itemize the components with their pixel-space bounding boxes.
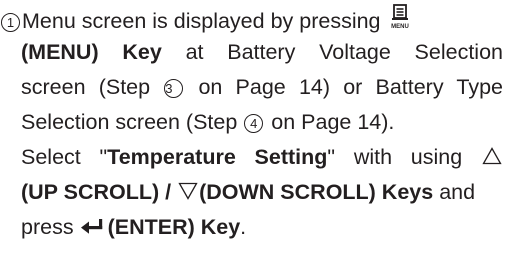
up-scroll-icon (482, 145, 502, 171)
instruction-text-3b: on Page 14) or Battery Type (198, 75, 503, 99)
step-marker: 1 (1, 13, 20, 32)
enter-key-label: (ENTER) Key (107, 215, 241, 239)
menu-key-label: (MENU) Key (21, 40, 162, 64)
instruction-text-6b: and (439, 180, 476, 204)
instruction-text-4b: on Page 14). (271, 110, 395, 134)
instruction-line-5: Select "Temperature Setting" with using (21, 144, 503, 171)
menu-icon-label: MENU (391, 24, 409, 30)
instruction-text-4a: Selection screen (Step (21, 110, 238, 134)
instruction-text-7a: press (21, 215, 74, 239)
down-scroll-key-label: (DOWN SCROLL) Keys (199, 180, 434, 204)
temperature-setting-label: Temperature Setting (107, 145, 328, 169)
instruction-block: 1 Menu screen is displayed by pressing ME… (0, 0, 509, 257)
step-ref-4: 4 (244, 114, 264, 133)
enter-key-icon (80, 214, 104, 240)
instruction-text-5a: Select " (21, 145, 108, 169)
instruction-line-6: (UP SCROLL) / (DOWN SCROLL) Keys and (21, 179, 503, 206)
instruction-line-7: press (ENTER) Key. (21, 214, 503, 240)
instruction-text-2: at Battery Voltage Selection (185, 40, 503, 64)
menu-key-icon: MENU (389, 4, 411, 36)
instruction-line-3: screen (Step 3 on Page 14) or Battery Ty… (21, 74, 503, 100)
instruction-line-4: Selection screen (Step 4 on Page 14). (21, 109, 503, 135)
instruction-text-3a: screen (Step (21, 75, 151, 99)
instruction-text-1: Menu screen is displayed by pressing (22, 9, 381, 33)
instruction-text-5b: " with using (327, 145, 463, 169)
instruction-line-1: 1 Menu screen is displayed by pressing ME… (0, 4, 503, 36)
instruction-text-7-end: . (240, 215, 247, 239)
down-scroll-icon (178, 180, 198, 206)
step-ref-3: 3 (164, 79, 184, 98)
instruction-line-2: (MENU) Key at Battery Voltage Selection (21, 39, 503, 65)
up-scroll-key-label: (UP SCROLL) / (21, 180, 172, 204)
